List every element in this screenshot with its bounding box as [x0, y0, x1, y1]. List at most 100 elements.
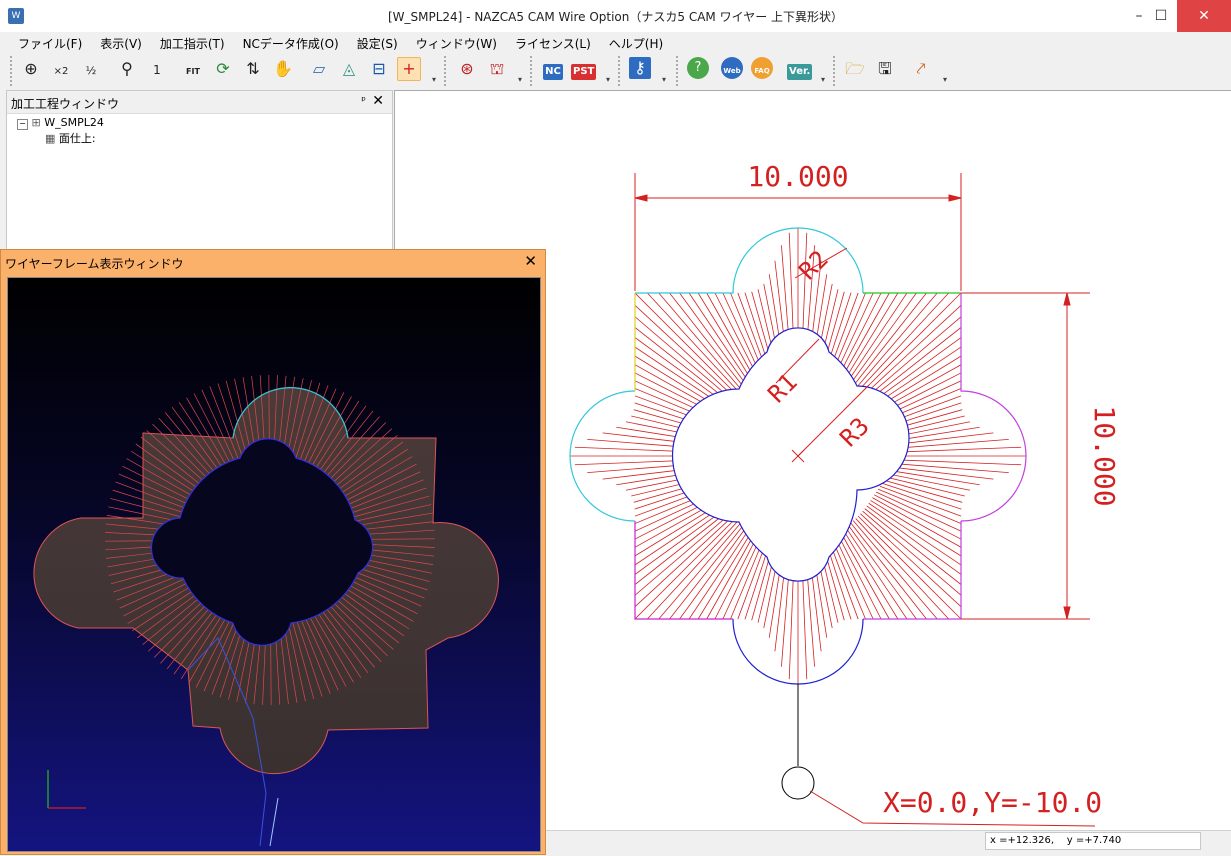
machine-icon[interactable]: ⊟ [367, 57, 391, 81]
tree-item-child[interactable]: ▦ 面仕上: [17, 131, 104, 147]
pan-arrows-icon[interactable]: ⇅ [241, 57, 265, 81]
hatch-line [634, 510, 734, 596]
hatch-line [860, 305, 962, 399]
toolbar-grip [444, 56, 446, 86]
menu-file[interactable]: ファイル(F) [9, 32, 91, 52]
close-button[interactable]: ✕ [1177, 0, 1231, 32]
save-icon[interactable]: 🖫 [873, 57, 897, 81]
hatch-line [842, 528, 899, 620]
menu-machining[interactable]: 加工指示(T) [151, 32, 234, 52]
hatch-line [866, 505, 962, 575]
menu-license[interactable]: ライセンス(L) [506, 32, 600, 52]
pin-icon[interactable]: ᵖ [361, 94, 366, 107]
nc-button[interactable]: NC [541, 57, 565, 81]
hatch-line [860, 513, 962, 607]
process-panel: 加工工程ウィンドウ ᵖ ✕ − ⊞ W_SMPL24 ▦ 面仕上: [6, 90, 393, 252]
toolbar-overflow-icon[interactable]: ▾ [821, 75, 829, 84]
process-tree: − ⊞ W_SMPL24 ▦ 面仕上: [17, 115, 104, 147]
hatch-line [884, 479, 963, 503]
hatch-line [679, 292, 749, 388]
hatch-line [679, 524, 749, 620]
process-panel-title: 加工工程ウィンドウ [11, 97, 120, 111]
hatch-line [697, 292, 754, 384]
tree-child-label: 面仕上: [58, 132, 96, 145]
key-icon[interactable]: ⚷ [629, 57, 651, 79]
collapse-icon[interactable]: − [17, 119, 28, 130]
menu-bar: ファイル(F) 表示(V) 加工指示(T) NCデータ作成(O) 設定(S) ウィンドウ(… [0, 32, 1231, 53]
zoom-icon[interactable]: ⚲ [115, 57, 139, 81]
menu-view[interactable]: 表示(V) [91, 32, 151, 52]
hatch-line [697, 528, 754, 620]
hatch-line [658, 520, 744, 620]
close-icon[interactable]: ✕ [524, 252, 537, 270]
tree-root-label: W_SMPL24 [44, 116, 104, 129]
hatch-line [852, 292, 938, 392]
process-panel-header: 加工工程ウィンドウ ᵖ ✕ [7, 91, 392, 114]
web-button[interactable]: Web [721, 57, 743, 79]
cursor-coordinates: x =+12.326, y =+7.740 [985, 832, 1201, 850]
wire-shape-icon[interactable]: ⛫ [485, 57, 509, 81]
toolbar-grip [530, 56, 532, 86]
export-icon[interactable]: ⤤ [909, 57, 933, 81]
version-button[interactable]: Ver. [787, 57, 813, 81]
zoom-x2-icon[interactable]: ×2 [49, 57, 73, 81]
toolbar-overflow-icon[interactable]: ▾ [518, 75, 526, 84]
fit-view-icon[interactable]: FIT [181, 57, 205, 81]
hatch-line [634, 513, 736, 607]
wireframe-render[interactable] [8, 278, 540, 851]
wireframe-window-title: ワイヤーフレーム表示ウィンドウ [5, 257, 184, 271]
hatch-line [862, 316, 962, 402]
radius-r2-label: R2 [793, 245, 833, 285]
open-folder-icon[interactable]: 🗁 [843, 57, 867, 81]
cursor-y: y =+7.740 [1066, 835, 1122, 846]
toolbar: ⊕ ×2 ½ ⚲ 1 FIT ⟳ ⇅ ✋ ▱ ◬ ⊟ + ▾ ⊛ ⛫ ▾ NC … [0, 53, 1231, 89]
tree-item-root[interactable]: − ⊞ W_SMPL24 [17, 115, 104, 131]
pst-button[interactable]: PST [571, 57, 597, 81]
hatch-line [893, 463, 1009, 473]
refresh-icon[interactable]: ⟳ [211, 57, 235, 81]
close-icon[interactable]: ✕ [372, 93, 384, 109]
hatch-line [634, 305, 736, 399]
wire-approach-path-2 [269, 797, 279, 847]
dimension-width-label: 10.000 [747, 160, 848, 193]
zoom-half-icon[interactable]: ½ [79, 57, 103, 81]
hatch-line [647, 518, 741, 620]
cursor-x: x =+12.326, [990, 835, 1055, 846]
wireframe-view[interactable] [7, 277, 541, 852]
menu-window[interactable]: ウィンドウ(W) [407, 32, 506, 52]
hatch-line [890, 470, 980, 486]
help-icon[interactable]: ? [687, 57, 709, 79]
start-point-label: X=0.0,Y=-10.0 [883, 786, 1102, 819]
hatch-line [877, 488, 962, 524]
toolbar-grip [676, 56, 678, 86]
zoom-in-icon[interactable]: ⊕ [19, 57, 43, 81]
toolbar-grip [618, 56, 620, 86]
hatch-line [855, 518, 949, 620]
title-bar: W [W_SMPL24] - NAZCA5 CAM Wire Option（ナス… [0, 0, 1231, 33]
hatch-line [870, 500, 962, 557]
menu-help[interactable]: ヘルプ(H) [600, 32, 672, 52]
hatch-line [852, 520, 938, 620]
wireframe-window: ワイヤーフレーム表示ウィンドウ ✕ [0, 249, 546, 855]
hand-icon[interactable]: ✋ [271, 57, 295, 81]
hatch-line [647, 292, 741, 394]
toolbar-overflow-icon[interactable]: ▾ [432, 75, 440, 84]
menu-settings[interactable]: 設定(S) [348, 32, 407, 52]
toolbar-overflow-icon[interactable]: ▾ [943, 75, 951, 84]
start-point-marker [781, 766, 815, 800]
zoom-actual-icon[interactable]: 1 [145, 57, 169, 81]
toolbar-grip [833, 56, 835, 86]
shape-icon[interactable]: ◬ [337, 57, 361, 81]
hatch-line [847, 524, 917, 620]
crosshair-icon[interactable]: + [397, 57, 421, 81]
menu-nc-data[interactable]: NCデータ作成(O) [234, 32, 348, 52]
hatch-line [862, 510, 962, 596]
toolbar-grip [10, 56, 12, 86]
hatch-line [893, 439, 1009, 449]
toolbar-overflow-icon[interactable]: ▾ [662, 75, 670, 84]
layer-icon[interactable]: ▱ [307, 57, 331, 81]
table-icon: ▦ [45, 132, 56, 145]
origin-icon[interactable]: ⊛ [455, 57, 479, 81]
faq-button[interactable]: FAQ [751, 57, 773, 79]
toolbar-overflow-icon[interactable]: ▾ [606, 75, 614, 84]
